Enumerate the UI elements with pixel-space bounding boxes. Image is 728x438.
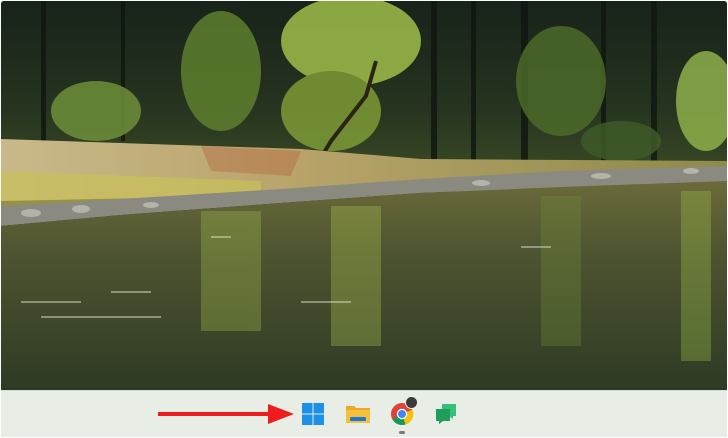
folder-icon (346, 406, 370, 423)
profile-avatar-icon (405, 396, 418, 409)
windows-logo-icon (302, 403, 324, 425)
chat-button[interactable] (429, 397, 463, 431)
running-indicator (399, 431, 405, 434)
chrome-button[interactable] (385, 396, 419, 434)
taskbar (1, 390, 727, 437)
start-button[interactable] (296, 397, 330, 431)
red-arrow-icon (158, 404, 294, 424)
desktop-screen (1, 1, 727, 437)
chat-icon (436, 404, 456, 424)
desktop-wallpaper (1, 1, 727, 390)
file-explorer-button[interactable] (341, 397, 375, 431)
